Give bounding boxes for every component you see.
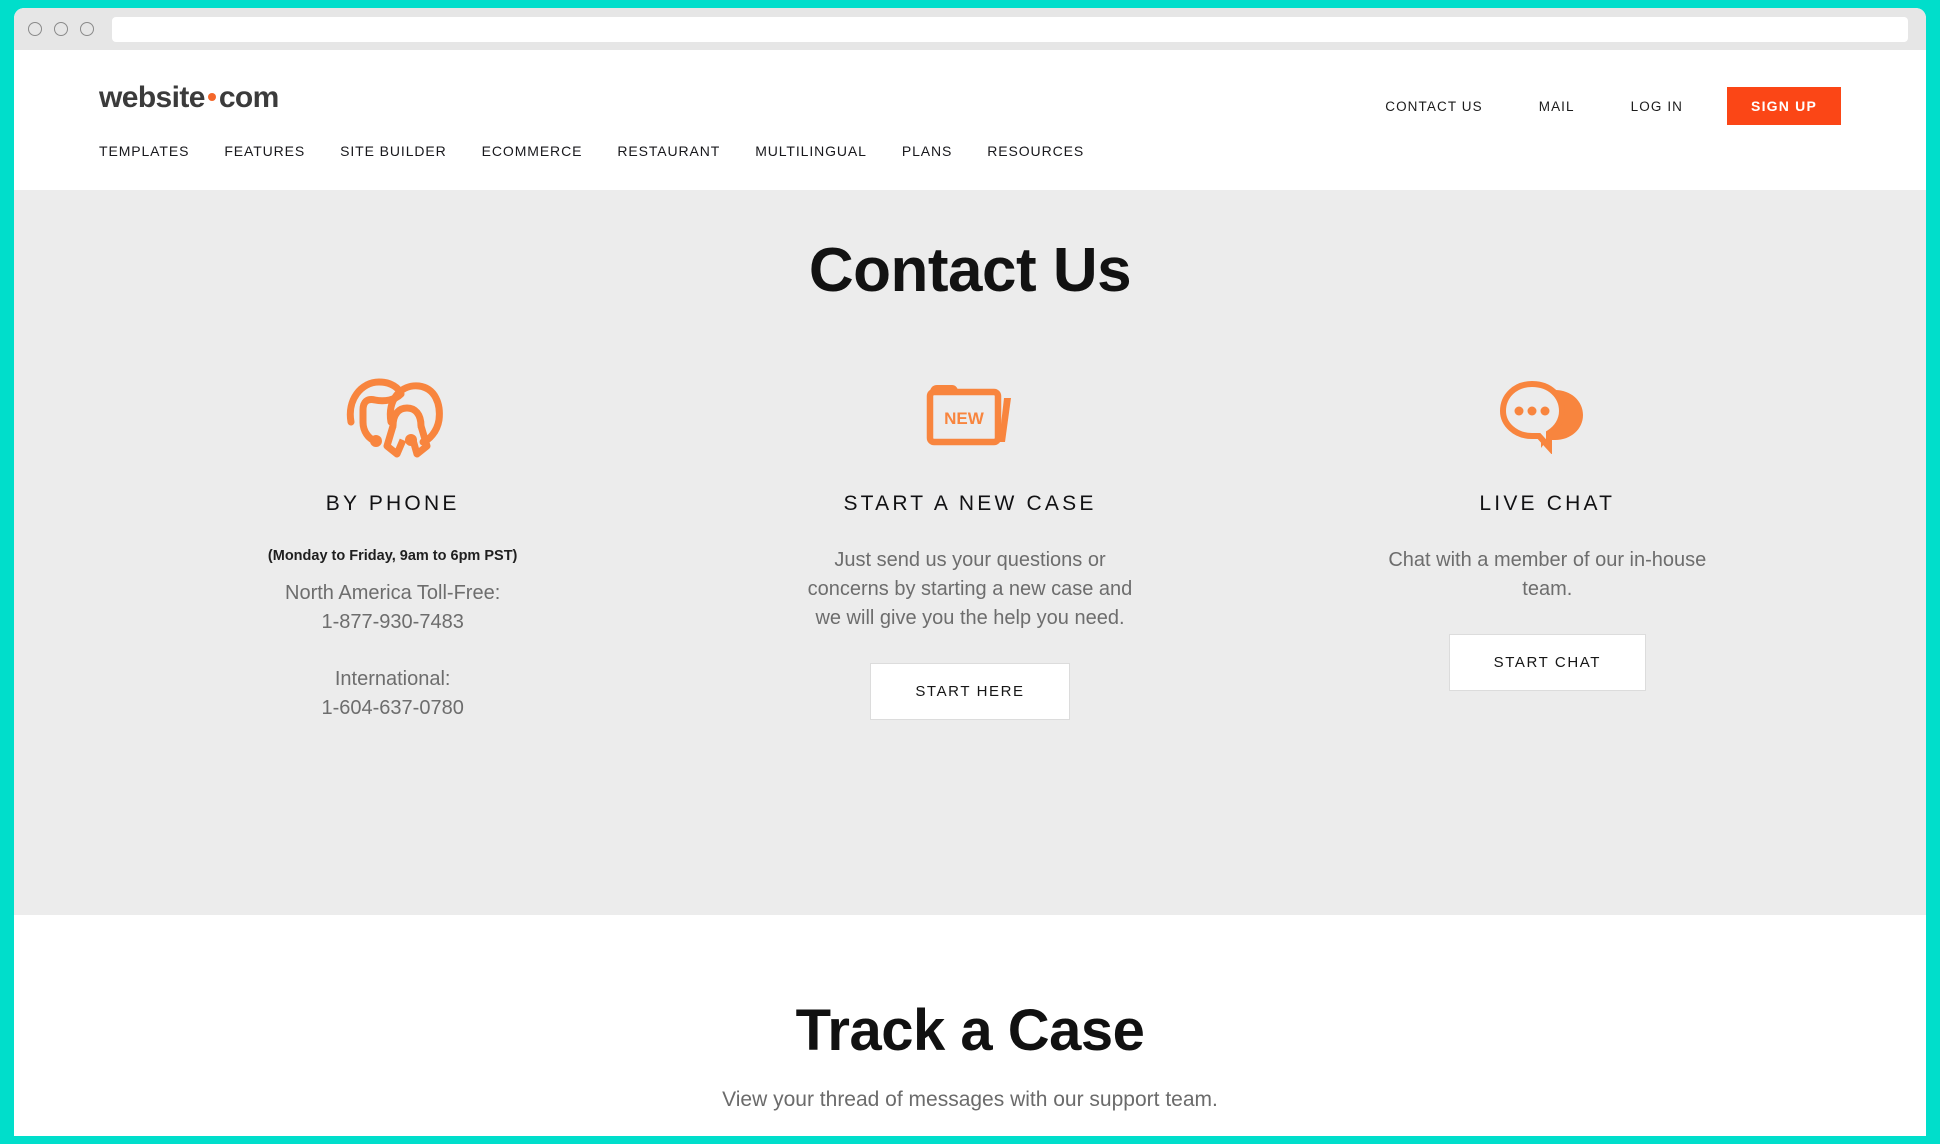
page-viewport: website com CONTACT US MAIL LOG IN SIGN U… <box>14 50 1926 1136</box>
phone-details: (Monday to Friday, 9am to 6pm PST) North… <box>213 546 573 723</box>
close-dot-icon[interactable] <box>28 22 42 36</box>
headset-support-icon <box>134 364 651 464</box>
nav-item-plans[interactable]: PLANS <box>902 143 952 159</box>
start-here-button[interactable]: START HERE <box>870 663 1070 720</box>
logo-text-left: website <box>99 81 205 114</box>
column-title-by-phone: BY PHONE <box>325 492 460 515</box>
track-case-title: Track a Case <box>795 998 1145 1063</box>
column-body-live-chat: Chat with a member of our in-house team. <box>1388 549 1707 600</box>
logo-dot-icon <box>207 92 216 101</box>
phone-label-international: International: <box>334 668 451 691</box>
site-logo[interactable]: website com <box>99 83 279 113</box>
util-link-mail[interactable]: MAIL <box>1511 99 1603 114</box>
phone-block-international: International: 1-604-637-0780 <box>213 665 573 723</box>
header-top-row: website com CONTACT US MAIL LOG IN SIGN U… <box>99 50 1841 125</box>
column-body-new-case: Just send us your questions or concerns … <box>807 549 1133 629</box>
page-title: Contact Us <box>808 236 1132 305</box>
minimize-dot-icon[interactable] <box>54 22 68 36</box>
contact-section: Contact Us BY PHONE (Monday to Friday, 9… <box>14 190 1926 915</box>
phone-number-international[interactable]: 1-604-637-0780 <box>213 694 573 723</box>
nav-item-ecommerce[interactable]: ECOMMERCE <box>482 143 583 159</box>
track-case-section: Track a Case View your thread of message… <box>14 915 1926 1136</box>
contact-columns: BY PHONE (Monday to Friday, 9am to 6pm P… <box>14 364 1926 723</box>
util-link-contact-us[interactable]: CONTACT US <box>1357 99 1511 114</box>
nav-item-restaurant[interactable]: RESTAURANT <box>617 143 720 159</box>
start-chat-button[interactable]: START CHAT <box>1448 634 1647 691</box>
browser-window: website com CONTACT US MAIL LOG IN SIGN U… <box>14 8 1926 1136</box>
phone-label-north-america: North America Toll-Free: <box>285 582 501 605</box>
nav-item-multilingual[interactable]: MULTILINGUAL <box>755 143 867 159</box>
new-case-folder-icon: NEW <box>711 364 1228 464</box>
site-header: website com CONTACT US MAIL LOG IN SIGN U… <box>14 50 1926 190</box>
maximize-dot-icon[interactable] <box>80 22 94 36</box>
url-input[interactable] <box>112 16 1908 42</box>
browser-chrome <box>14 8 1926 50</box>
sign-up-button[interactable]: SIGN UP <box>1727 87 1841 125</box>
logo-text-right: com <box>218 81 279 114</box>
support-hours: (Monday to Friday, 9am to 6pm PST) <box>267 548 518 564</box>
chat-bubbles-icon <box>1289 364 1806 464</box>
phone-block-north-america: North America Toll-Free: 1-877-930-7483 <box>213 579 573 637</box>
window-controls <box>28 22 94 36</box>
main-navigation: TEMPLATES FEATURES SITE BUILDER ECOMMERC… <box>99 143 1841 159</box>
folder-new-label: NEW <box>944 409 985 428</box>
track-case-subtitle: View your thread of messages with our su… <box>722 1088 1218 1111</box>
column-title-live-chat: LIVE CHAT <box>1479 492 1616 515</box>
contact-column-new-case: NEW START A NEW CASE Just send us your q… <box>681 364 1258 720</box>
nav-item-features[interactable]: FEATURES <box>224 143 305 159</box>
contact-column-live-chat: LIVE CHAT Chat with a member of our in-h… <box>1259 364 1836 691</box>
nav-item-templates[interactable]: TEMPLATES <box>99 143 189 159</box>
util-link-log-in[interactable]: LOG IN <box>1603 99 1711 114</box>
column-title-new-case: START A NEW CASE <box>843 492 1097 515</box>
header-utility-nav: CONTACT US MAIL LOG IN SIGN UP <box>1357 87 1841 125</box>
nav-item-resources[interactable]: RESOURCES <box>987 143 1084 159</box>
nav-item-site-builder[interactable]: SITE BUILDER <box>340 143 447 159</box>
phone-number-north-america[interactable]: 1-877-930-7483 <box>213 608 573 637</box>
contact-column-by-phone: BY PHONE (Monday to Friday, 9am to 6pm P… <box>104 364 681 723</box>
